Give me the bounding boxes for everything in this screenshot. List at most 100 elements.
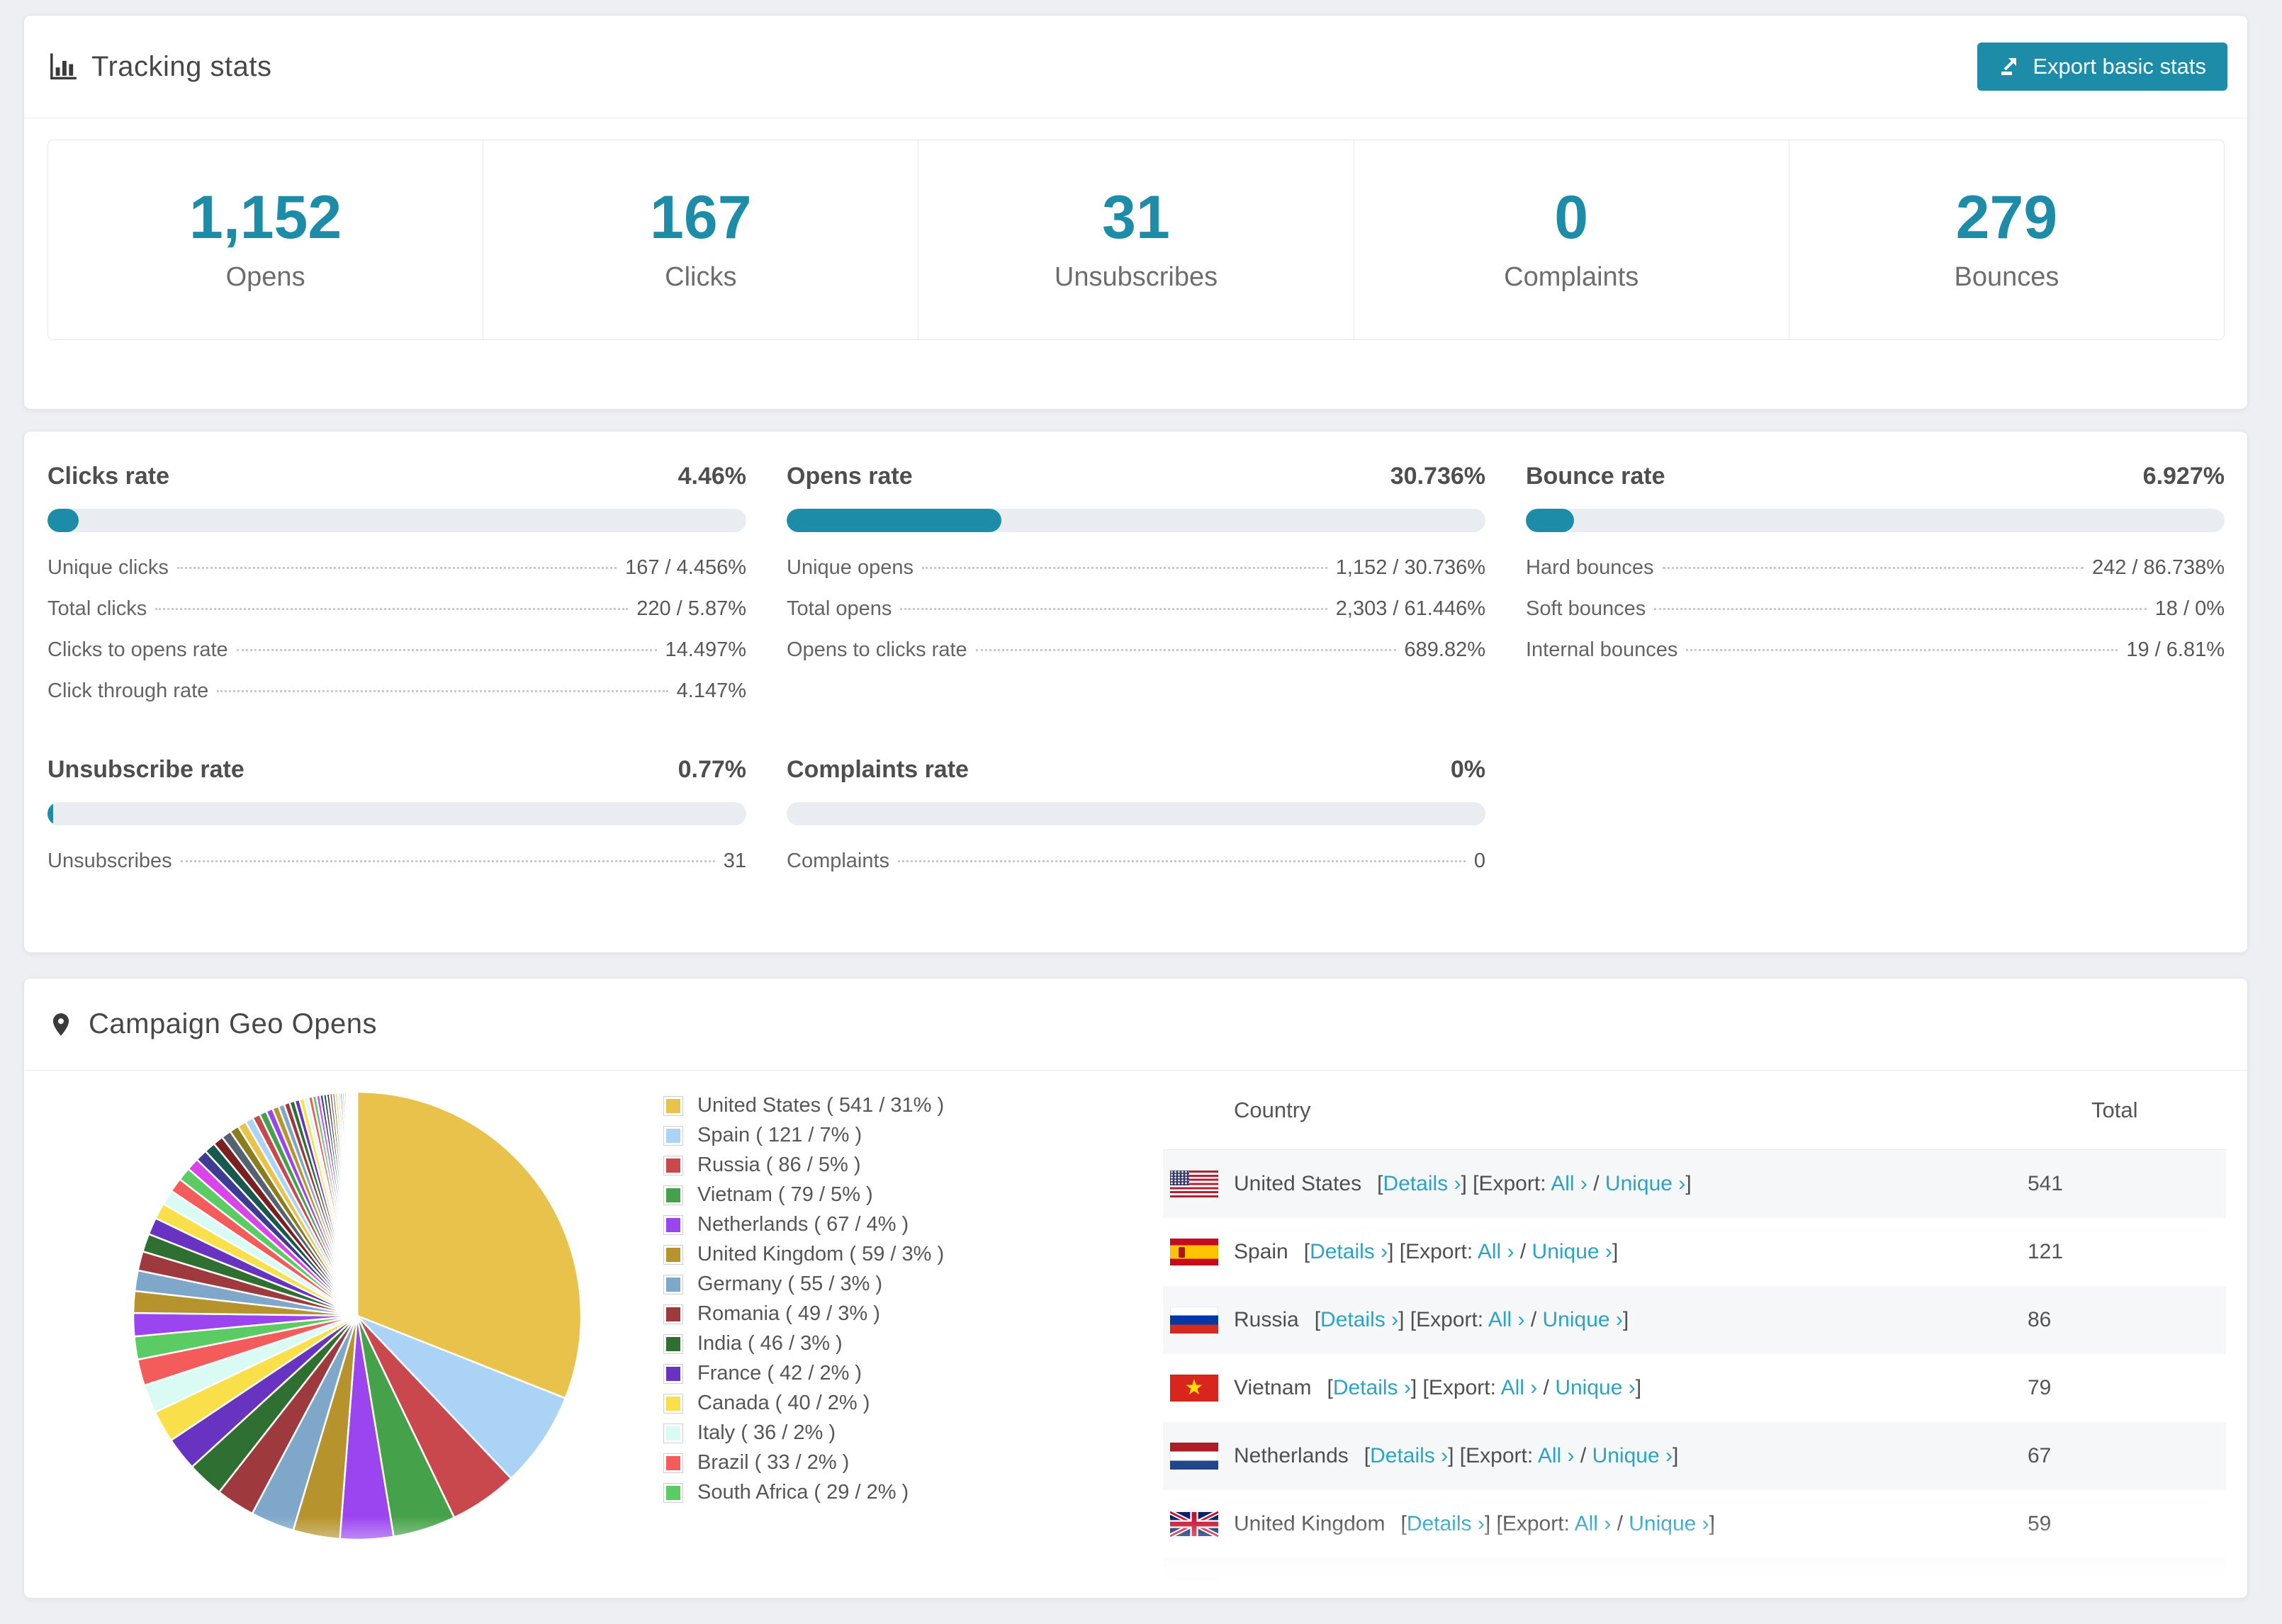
dotted-leader — [1654, 608, 2147, 610]
legend-item[interactable]: Italy ( 36 / 2% ) — [663, 1421, 944, 1445]
export-unique-link[interactable]: Unique › — [1605, 1172, 1685, 1195]
detail-value: 167 / 4.456% — [625, 556, 746, 579]
stat-card: 279 Bounces — [1788, 140, 2224, 339]
stat-value: 1,152 — [189, 184, 342, 252]
geo-pie-legend: United States ( 541 / 31% ) Spain ( 121 /… — [663, 1094, 944, 1504]
detail-value: 0 — [1473, 850, 1485, 872]
legend-item[interactable]: India ( 46 / 3% ) — [663, 1332, 944, 1355]
legend-swatch-icon — [663, 1155, 683, 1175]
progress-bar — [47, 509, 746, 532]
rate-detail-rows: Unique opens 1,152 / 30.736% Total opens 2,… — [787, 556, 1485, 680]
country-links: [Details ›] [Export: All › / Unique ›] — [1377, 1172, 1692, 1195]
details-link[interactable]: Details › — [1407, 1512, 1485, 1535]
export-unique-link[interactable]: Unique › — [1555, 1376, 1635, 1399]
detail-value: 1,152 / 30.736% — [1335, 556, 1485, 579]
legend-label: United Kingdom ( 59 / 3% ) — [697, 1243, 945, 1265]
rate-panel-head: Opens rate 30.736% — [787, 463, 1485, 490]
export-unique-link[interactable]: Unique › — [1532, 1240, 1612, 1263]
country-links: [Details ›] [Export: All › / Unique ›] — [1327, 1376, 1642, 1399]
export-all-link[interactable]: All › — [1538, 1444, 1575, 1467]
country-cell: Germany [Details ›] [Export: All › / Uniq… — [1170, 1579, 2028, 1598]
export-unique-link[interactable]: Unique › — [1592, 1444, 1673, 1467]
rate-detail-row: Internal bounces 19 / 6.81% — [1526, 638, 2225, 680]
rate-panel: Opens rate 30.736% Unique opens 1,152 / 30.… — [787, 463, 1485, 721]
dotted-leader — [1662, 567, 2084, 569]
table-row: Russia [Details ›] [Export: All › / Uniqu… — [1163, 1286, 2226, 1354]
detail-label: Complaints — [787, 850, 890, 872]
export-icon — [1999, 55, 2021, 78]
rate-panel: Unsubscribe rate 0.77% Unsubscribes 31 — [47, 756, 746, 891]
export-all-link[interactable]: All › — [1501, 1376, 1538, 1399]
total-cell: 86 — [2028, 1308, 2052, 1331]
export-unique-link[interactable]: Unique › — [1565, 1580, 1645, 1598]
rate-detail-rows: Unsubscribes 31 — [47, 850, 746, 891]
legend-swatch-icon — [663, 1482, 683, 1503]
flag-vn-icon: ★ — [1170, 1375, 1218, 1402]
detail-label: Soft bounces — [1526, 597, 1646, 620]
export-unique-link[interactable]: Unique › — [1629, 1512, 1709, 1535]
export-all-link[interactable]: All › — [1488, 1308, 1525, 1331]
tracking-stats-header: Tracking stats Export basic stats — [24, 16, 2247, 118]
rates-card: Clicks rate 4.46% Unique clicks 167 / 4.456… — [23, 431, 2248, 953]
legend-item[interactable]: Russia ( 86 / 5% ) — [663, 1154, 944, 1177]
legend-swatch-icon — [663, 1304, 683, 1324]
legend-swatch-icon — [663, 1333, 683, 1354]
legend-label: Brazil ( 33 / 2% ) — [697, 1451, 850, 1474]
detail-value: 689.82% — [1404, 638, 1486, 661]
details-link[interactable]: Details › — [1343, 1580, 1421, 1598]
geo-header: Campaign Geo Opens — [24, 979, 2247, 1071]
stats-row: 1,152 Opens 167 Clicks 31 Unsubscribes 0 Compla… — [47, 140, 2225, 340]
export-all-link[interactable]: All › — [1510, 1580, 1547, 1598]
dotted-leader — [900, 608, 1327, 610]
details-link[interactable]: Details › — [1370, 1444, 1448, 1467]
legend-item[interactable]: Spain ( 121 / 7% ) — [663, 1124, 944, 1147]
export-all-link[interactable]: All › — [1551, 1172, 1587, 1195]
legend-item[interactable]: South Africa ( 29 / 2% ) — [663, 1481, 944, 1504]
export-basic-stats-button[interactable]: Export basic stats — [1977, 43, 2227, 91]
progress-bar-fill — [1526, 509, 1575, 532]
detail-value: 19 / 6.81% — [2126, 638, 2225, 661]
legend-item[interactable]: Canada ( 40 / 2% ) — [663, 1392, 944, 1415]
legend-label: India ( 46 / 3% ) — [697, 1332, 843, 1355]
column-header-country: Country — [1234, 1097, 1311, 1122]
detail-label: Unsubscribes — [47, 850, 172, 872]
export-all-link[interactable]: All › — [1478, 1240, 1514, 1263]
legend-item[interactable]: Vietnam ( 79 / 5% ) — [663, 1183, 944, 1207]
legend-item[interactable]: United States ( 541 / 31% ) — [663, 1094, 944, 1117]
rate-detail-row: Soft bounces 18 / 0% — [1526, 597, 2225, 638]
details-link[interactable]: Details › — [1320, 1308, 1398, 1331]
stat-label: Complaints — [1504, 262, 1639, 292]
export-unique-link[interactable]: Unique › — [1543, 1308, 1623, 1331]
rate-panel: Complaints rate 0% Complaints 0 — [787, 756, 1485, 891]
legend-label: Spain ( 121 / 7% ) — [697, 1124, 862, 1146]
detail-label: Total clicks — [47, 597, 147, 620]
progress-bar — [787, 802, 1485, 825]
legend-label: Germany ( 55 / 3% ) — [697, 1273, 883, 1295]
legend-label: Vietnam ( 79 / 5% ) — [697, 1183, 873, 1206]
export-all-link[interactable]: All › — [1575, 1512, 1612, 1535]
legend-swatch-icon — [663, 1363, 683, 1384]
rate-detail-row: Complaints 0 — [787, 850, 1485, 891]
legend-swatch-icon — [663, 1453, 683, 1473]
details-link[interactable]: Details › — [1383, 1172, 1461, 1195]
legend-item[interactable]: Germany ( 55 / 3% ) — [663, 1273, 944, 1296]
legend-item[interactable]: Netherlands ( 67 / 4% ) — [663, 1213, 944, 1236]
details-link[interactable]: Details › — [1333, 1376, 1411, 1399]
legend-swatch-icon — [663, 1185, 683, 1205]
geo-pie-chart — [132, 1090, 583, 1541]
tracking-stats-card: Tracking stats Export basic stats 1,152 O… — [23, 15, 2248, 410]
total-cell: 59 — [2028, 1512, 2052, 1535]
legend-item[interactable]: France ( 42 / 2% ) — [663, 1362, 944, 1385]
details-link[interactable]: Details › — [1310, 1240, 1388, 1263]
total-cell: 79 — [2028, 1376, 2052, 1399]
flag-gb-icon — [1169, 1509, 1220, 1539]
country-name: Netherlands — [1234, 1444, 1349, 1467]
rate-detail-rows: Hard bounces 242 / 86.738% Soft bounces 18 … — [1526, 556, 2225, 680]
legend-label: Canada ( 40 / 2% ) — [697, 1392, 870, 1414]
legend-item[interactable]: Romania ( 49 / 3% ) — [663, 1302, 944, 1326]
legend-item[interactable]: Brazil ( 33 / 2% ) — [663, 1451, 944, 1474]
rate-panel-head: Unsubscribe rate 0.77% — [47, 756, 746, 784]
campaign-overview-page: Tracking stats Export basic stats 1,152 O… — [0, 0, 2282, 1624]
geo-table-rows: United States [Details ›] [Export: All › … — [1163, 1150, 2226, 1598]
legend-item[interactable]: United Kingdom ( 59 / 3% ) — [663, 1243, 944, 1266]
